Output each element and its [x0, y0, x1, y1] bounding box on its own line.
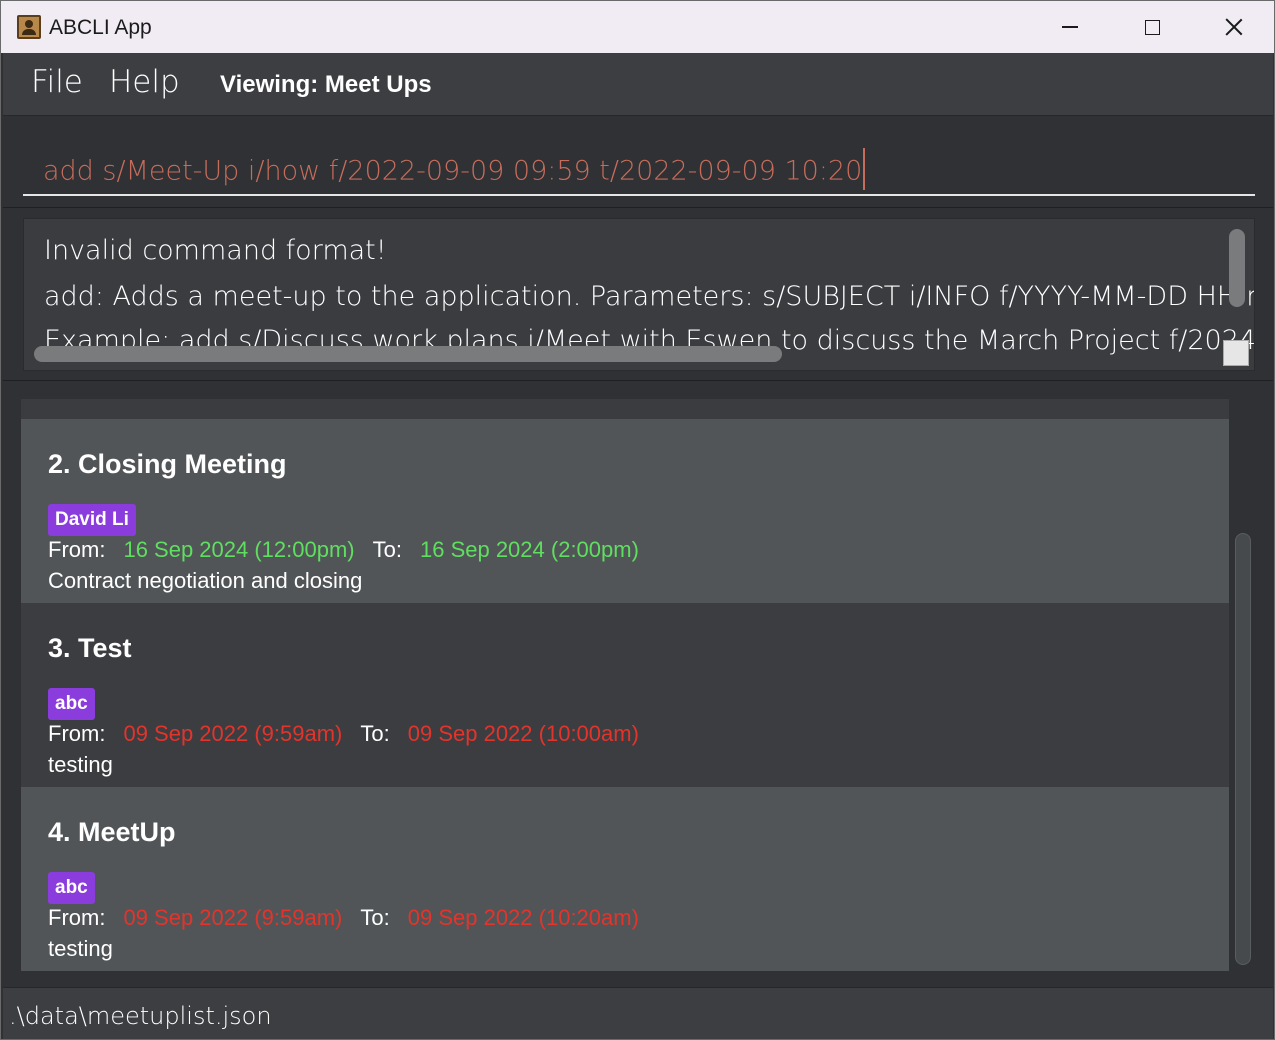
meetup-info: testing: [48, 936, 113, 961]
minimize-icon: [1062, 26, 1078, 28]
from-time: 09 Sep 2022 (9:59am): [123, 905, 343, 930]
close-button[interactable]: [1193, 1, 1275, 53]
from-time: 16 Sep 2024 (12:00pm): [123, 537, 355, 562]
buyer-tag: David Li: [48, 504, 136, 536]
buyer-tag: abc: [48, 688, 95, 720]
maximize-button[interactable]: [1111, 1, 1193, 53]
address-book-icon: [17, 15, 41, 39]
text-caret: [863, 148, 866, 190]
close-icon: [1225, 18, 1243, 36]
command-text: add s/Meet-Up i/how f/2022-09-09 09:59 t…: [43, 155, 863, 187]
meetup-title: 4. MeetUp: [48, 817, 176, 847]
meetup-card[interactable]: 4. MeetUp abc From: 09 Sep 2022 (9:59am) T…: [21, 787, 1229, 971]
from-label: From:: [48, 721, 106, 746]
result-vertical-scrollbar[interactable]: [1229, 229, 1245, 307]
title-bar[interactable]: ABCLI App: [1, 1, 1274, 53]
list-item-partial[interactable]: [21, 399, 1229, 419]
from-label: From:: [48, 537, 106, 562]
menu-file[interactable]: File: [31, 64, 83, 100]
maximize-icon: [1144, 19, 1160, 35]
from-label: From:: [48, 905, 106, 930]
viewing-label: Viewing: Meet Ups: [220, 71, 432, 98]
result-text-area[interactable]: Invalid command format! add: Adds a meet…: [23, 218, 1255, 371]
result-horizontal-scrollbar[interactable]: [34, 346, 782, 362]
data-file-path: .\data\meetuplist.json: [9, 1002, 272, 1030]
to-label: To:: [360, 721, 390, 746]
meetup-info: Contract negotiation and closing: [48, 568, 363, 593]
buyer-tag: abc: [48, 872, 95, 904]
menu-help[interactable]: Help: [109, 64, 180, 100]
scroll-corner: [1223, 340, 1249, 366]
to-time: 09 Sep 2022 (10:00am): [407, 721, 639, 746]
to-time: 16 Sep 2024 (2:00pm): [419, 537, 639, 562]
to-label: To:: [372, 537, 402, 562]
app-window: ABCLI App File Help Viewing: Meet Ups ad…: [0, 0, 1275, 1040]
status-bar: .\data\meetuplist.json: [3, 987, 1273, 1039]
command-input[interactable]: add s/Meet-Up i/how f/2022-09-09 09:59 t…: [23, 140, 1255, 196]
meetup-time-row: From: 09 Sep 2022 (9:59am) To: 09 Sep 2022 …: [48, 721, 657, 747]
to-time: 09 Sep 2022 (10:20am): [407, 905, 639, 930]
meetup-list: 2. Closing Meeting David Li From: 16 Sep …: [3, 381, 1273, 987]
meetup-card[interactable]: 3. Test abc From: 09 Sep 2022 (9:59am) To:…: [21, 603, 1229, 787]
meetup-title: 2. Closing Meeting: [48, 449, 287, 479]
list-vertical-scrollbar[interactable]: [1235, 533, 1251, 965]
meetup-time-row: From: 09 Sep 2022 (9:59am) To: 09 Sep 2022 …: [48, 905, 657, 931]
to-label: To:: [360, 905, 390, 930]
window-title: ABCLI App: [49, 16, 152, 39]
from-time: 09 Sep 2022 (9:59am): [123, 721, 343, 746]
meetup-time-row: From: 16 Sep 2024 (12:00pm) To: 16 Sep 2024…: [48, 537, 657, 563]
meetup-info: testing: [48, 752, 113, 777]
meetup-title: 3. Test: [48, 633, 132, 663]
menu-bar: File Help Viewing: Meet Ups: [3, 53, 1273, 115]
result-display: Invalid command format! add: Adds a meet…: [3, 207, 1273, 381]
meetup-card[interactable]: 2. Closing Meeting David Li From: 16 Sep …: [21, 419, 1229, 603]
result-line: Invalid command format!: [44, 235, 387, 266]
result-line: add: Adds a meet-up to the application. …: [44, 281, 1254, 312]
command-box: add s/Meet-Up i/how f/2022-09-09 09:59 t…: [3, 115, 1273, 207]
minimize-button[interactable]: [1029, 1, 1111, 53]
